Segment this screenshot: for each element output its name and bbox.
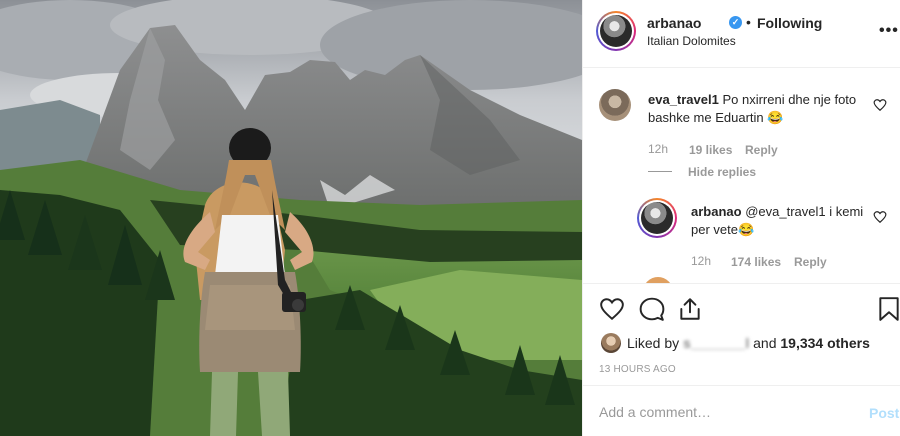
share-icon[interactable] <box>677 296 703 322</box>
post-header: arbanao ✓ • Following Italian Dolomites … <box>583 0 900 68</box>
comments-list[interactable]: eva_travel1 Po nxirreni dhe nje foto bas… <box>583 69 900 283</box>
comment-text: eva_travel1 Po nxirreni dhe nje foto bas… <box>648 91 863 127</box>
commenter-username[interactable]: eva_travel1 <box>648 92 719 107</box>
bookmark-icon[interactable] <box>876 296 900 322</box>
post-side-panel: arbanao ✓ • Following Italian Dolomites … <box>582 0 900 436</box>
likes-prefix: Liked by <box>627 335 684 351</box>
likes-summary[interactable]: Liked by s_______l and 19,334 others <box>627 335 870 351</box>
liker-username[interactable]: s_______l <box>683 335 749 351</box>
likes-others-count[interactable]: 19,334 others <box>780 335 870 351</box>
comment-icon[interactable] <box>639 296 665 322</box>
post-photo[interactable] <box>0 0 582 436</box>
hide-replies-line <box>648 171 672 172</box>
heart-icon[interactable] <box>599 296 625 322</box>
reply-text: arbanao @eva_travel1 i kemi per vete😂 <box>691 203 871 239</box>
more-options-icon[interactable]: ••• <box>879 22 899 40</box>
reply-username[interactable]: arbanao <box>691 204 742 219</box>
comment-likes[interactable]: 19 likes <box>689 143 732 157</box>
reply-author-avatar[interactable] <box>637 198 677 238</box>
comment-time[interactable]: 12h <box>648 142 668 156</box>
landscape-photo <box>0 0 582 436</box>
reply-like-heart-icon[interactable] <box>873 210 887 224</box>
likes-middle: and <box>749 335 781 351</box>
comment-like-heart-icon[interactable] <box>873 98 887 112</box>
post-timestamp[interactable]: 13 HOURS AGO <box>599 364 676 375</box>
post-comment-button[interactable]: Post <box>869 405 899 421</box>
verified-badge-icon: ✓ <box>729 16 742 29</box>
location-link[interactable]: Italian Dolomites <box>647 34 736 48</box>
hide-replies-button[interactable]: Hide replies <box>688 165 756 179</box>
liker-avatar[interactable] <box>601 333 621 353</box>
reply-likes[interactable]: 174 likes <box>731 255 781 269</box>
header-separator: • <box>746 14 751 30</box>
reply-time[interactable]: 12h <box>691 254 711 268</box>
author-avatar[interactable] <box>596 11 636 51</box>
reply-reply-button[interactable]: Reply <box>794 255 827 269</box>
comment-input[interactable] <box>599 402 849 422</box>
commenter-avatar[interactable] <box>599 89 631 121</box>
author-username[interactable]: arbanao <box>647 15 701 31</box>
reply-button[interactable]: Reply <box>745 143 778 157</box>
following-button[interactable]: Following <box>757 15 822 31</box>
add-comment-bar: Post <box>583 385 900 436</box>
post-actions: Liked by s_______l and 19,334 others 13 … <box>583 283 900 385</box>
